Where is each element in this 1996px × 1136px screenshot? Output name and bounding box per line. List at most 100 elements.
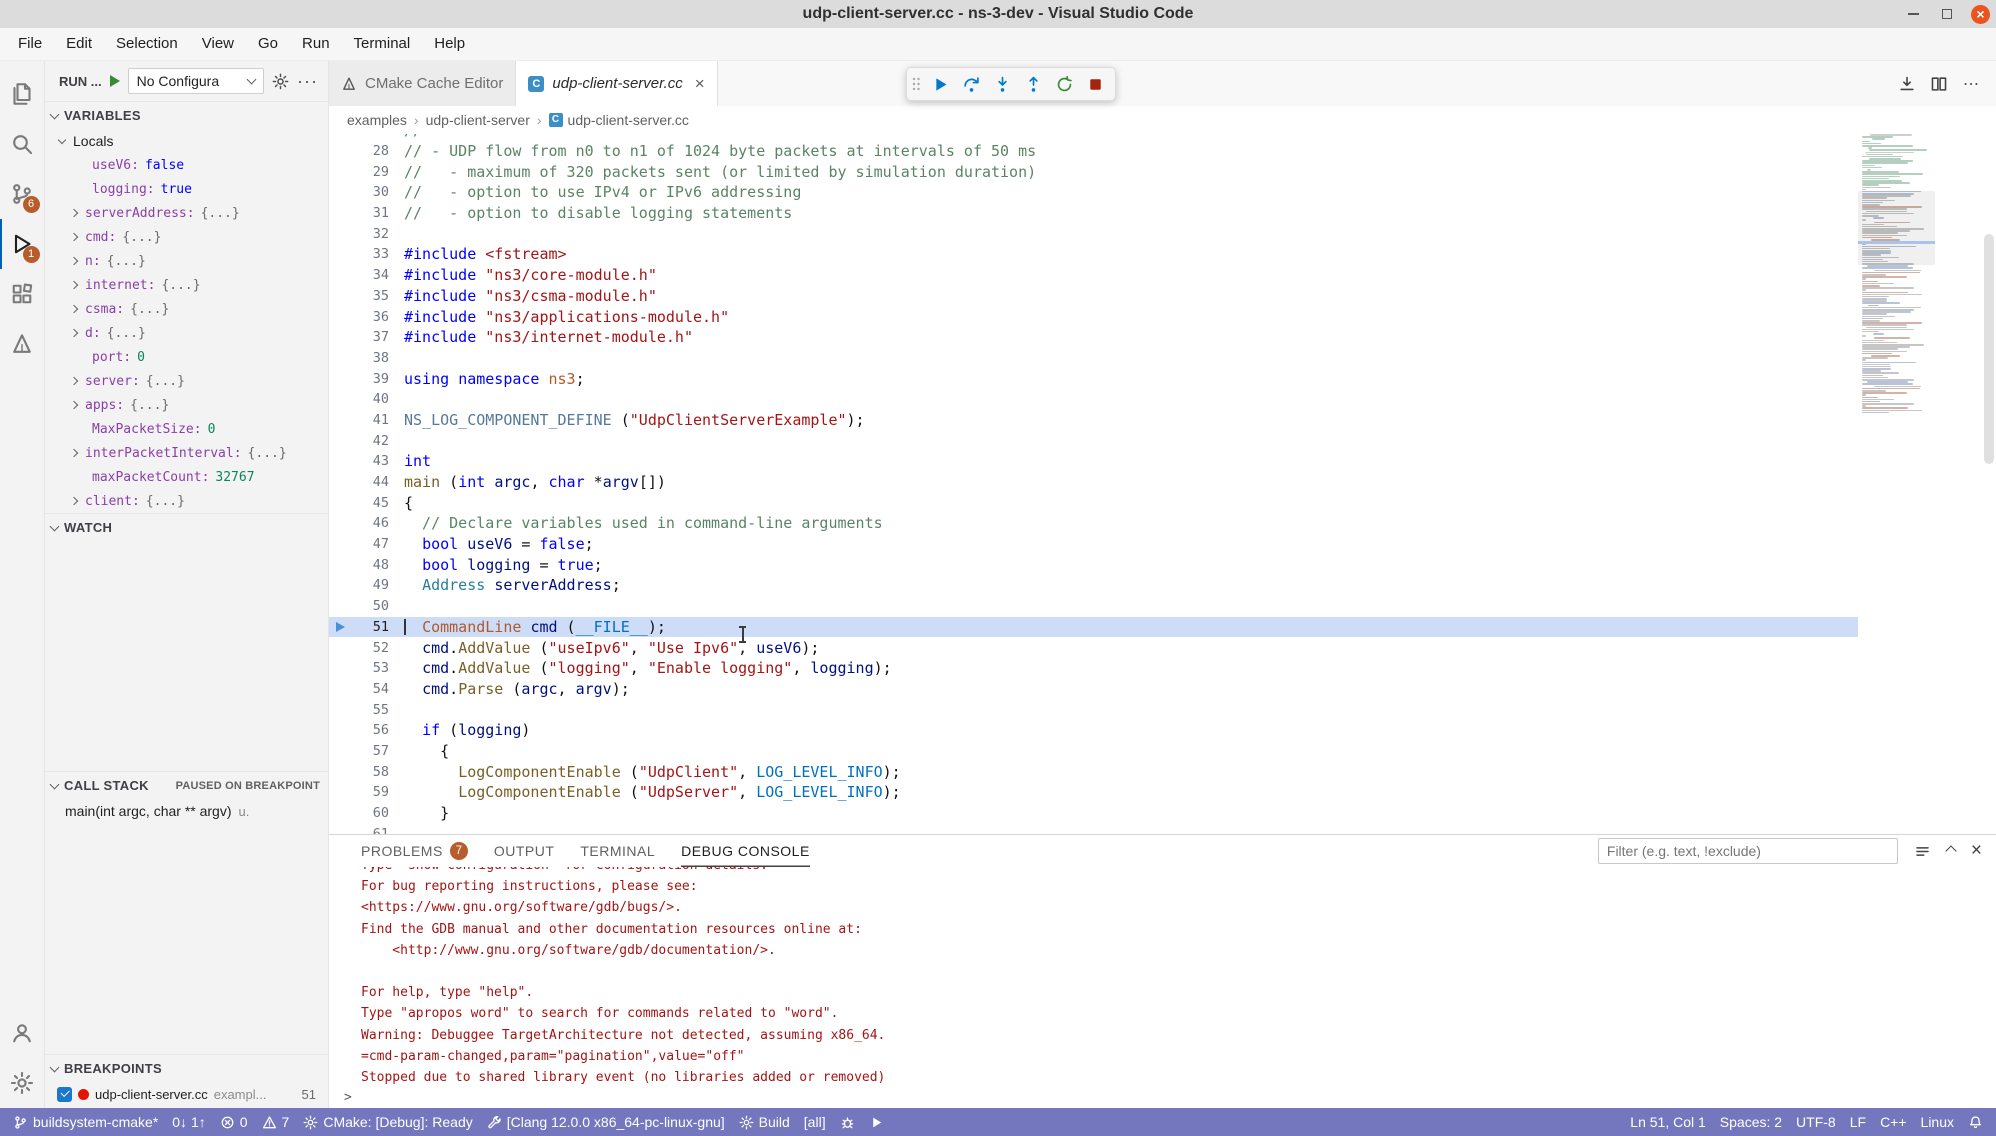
restore-button[interactable] bbox=[1937, 4, 1957, 24]
console-filter-input[interactable] bbox=[1598, 838, 1898, 864]
error-count[interactable]: 0 bbox=[213, 1108, 255, 1136]
variable-csma[interactable]: csma:{...} bbox=[45, 297, 328, 321]
code-line-32[interactable]: 32 bbox=[329, 223, 1858, 244]
notifications-bell[interactable] bbox=[1961, 1108, 1990, 1136]
code-line-55[interactable]: 55 bbox=[329, 699, 1858, 720]
code-line-38[interactable]: 38 bbox=[329, 348, 1858, 369]
code-line-42[interactable]: 42 bbox=[329, 430, 1858, 451]
code-line-28[interactable]: 28// - UDP flow from n0 to n1 of 1024 by… bbox=[329, 141, 1858, 162]
step-into-button[interactable] bbox=[989, 71, 1016, 98]
code-line-54[interactable]: 54 cmd.Parse (argc, argv); bbox=[329, 679, 1858, 700]
more-actions-button[interactable] bbox=[1962, 75, 1980, 93]
code-line-45[interactable]: 45{ bbox=[329, 492, 1858, 513]
menu-terminal[interactable]: Terminal bbox=[342, 31, 423, 57]
debug-gear-icon[interactable] bbox=[272, 73, 289, 90]
step-out-button[interactable] bbox=[1020, 71, 1047, 98]
minimap-slider[interactable] bbox=[1858, 191, 1935, 265]
console-prompt[interactable]: > bbox=[344, 1090, 352, 1105]
stack-frame[interactable]: main(int argc, char ** argv) u. bbox=[45, 799, 328, 823]
close-panel-button[interactable]: × bbox=[1971, 844, 1982, 858]
cmake-build-button[interactable]: Build bbox=[732, 1108, 797, 1136]
code-line-31[interactable]: 31// - option to disable logging stateme… bbox=[329, 203, 1858, 224]
scope-locals[interactable]: Locals bbox=[45, 129, 328, 153]
activitybar-source-control[interactable]: 6 bbox=[0, 169, 45, 219]
stop-button[interactable] bbox=[1082, 71, 1109, 98]
tab-cmake-cache-editor[interactable]: CMake Cache Editor bbox=[329, 61, 516, 106]
code-line-46[interactable]: 46 // Declare variables used in command-… bbox=[329, 513, 1858, 534]
minimize-button[interactable] bbox=[1903, 4, 1923, 24]
cmake-debug-button[interactable] bbox=[833, 1108, 862, 1136]
menu-help[interactable]: Help bbox=[422, 31, 477, 57]
code-line-60[interactable]: 60 } bbox=[329, 803, 1858, 824]
code-line-44[interactable]: 44main (int argc, char *argv[]) bbox=[329, 472, 1858, 493]
code-line-51[interactable]: 51 CommandLine cmd (__FILE__); bbox=[329, 617, 1858, 638]
menu-selection[interactable]: Selection bbox=[104, 31, 190, 57]
menu-edit[interactable]: Edit bbox=[54, 31, 104, 57]
code-line-27[interactable]: 27// bbox=[329, 134, 1858, 141]
code-line-59[interactable]: 59 LogComponentEnable ("UdpServer", LOG_… bbox=[329, 782, 1858, 803]
code-line-34[interactable]: 34#include "ns3/core-module.h" bbox=[329, 265, 1858, 286]
debug-more-actions[interactable]: ··· bbox=[297, 76, 318, 86]
variable-serverAddress[interactable]: serverAddress:{...} bbox=[45, 201, 328, 225]
split-editor-button[interactable] bbox=[1930, 75, 1948, 93]
variable-n[interactable]: n:{...} bbox=[45, 249, 328, 273]
code-line-57[interactable]: 57 { bbox=[329, 741, 1858, 762]
breadcrumb-examples[interactable]: examples bbox=[347, 112, 407, 128]
activitybar-accounts[interactable] bbox=[0, 1008, 45, 1058]
output-lines-button[interactable] bbox=[1914, 843, 1931, 860]
variable-port[interactable]: port:0 bbox=[45, 345, 328, 369]
code-line-47[interactable]: 47 bool useV6 = false; bbox=[329, 534, 1858, 555]
variable-logging[interactable]: logging:true bbox=[45, 177, 328, 201]
sync-status[interactable]: 0↓ 1↑ bbox=[165, 1108, 212, 1136]
menu-view[interactable]: View bbox=[190, 31, 246, 57]
variable-maxPacketCount[interactable]: maxPacketCount:32767 bbox=[45, 465, 328, 489]
menu-go[interactable]: Go bbox=[246, 31, 290, 57]
indentation[interactable]: Spaces: 2 bbox=[1713, 1108, 1789, 1136]
code-line-41[interactable]: 41NS_LOG_COMPONENT_DEFINE ("UdpClientSer… bbox=[329, 410, 1858, 431]
code-line-39[interactable]: 39using namespace ns3; bbox=[329, 368, 1858, 389]
maximize-panel-button[interactable] bbox=[1947, 842, 1955, 860]
variables-section-header[interactable]: VARIABLES bbox=[45, 101, 328, 129]
code-line-43[interactable]: 43int bbox=[329, 451, 1858, 472]
code-line-58[interactable]: 58 LogComponentEnable ("UdpClient", LOG_… bbox=[329, 761, 1858, 782]
activitybar-extensions[interactable] bbox=[0, 269, 45, 319]
eol[interactable]: LF bbox=[1843, 1108, 1873, 1136]
code-line-49[interactable]: 49 Address serverAddress; bbox=[329, 575, 1858, 596]
code-line-30[interactable]: 30// - option to use IPv4 or IPv6 addres… bbox=[329, 182, 1858, 203]
breadcrumb-udp-client-server[interactable]: udp-client-server bbox=[426, 112, 530, 128]
menu-run[interactable]: Run bbox=[290, 31, 342, 57]
panel-tab-terminal[interactable]: TERMINAL bbox=[580, 835, 655, 867]
minimap[interactable] bbox=[1858, 134, 1935, 834]
variable-internet[interactable]: internet:{...} bbox=[45, 273, 328, 297]
variable-cmd[interactable]: cmd:{...} bbox=[45, 225, 328, 249]
variable-interPacketInterval[interactable]: interPacketInterval:{...} bbox=[45, 441, 328, 465]
tab-udp-client-server-cc[interactable]: Cudp-client-server.cc× bbox=[516, 61, 717, 106]
code-line-56[interactable]: 56 if (logging) bbox=[329, 720, 1858, 741]
panel-tab-output[interactable]: OUTPUT bbox=[494, 835, 555, 867]
editor-scrollbar[interactable] bbox=[1984, 234, 1994, 464]
watch-section-header[interactable]: WATCH bbox=[45, 513, 328, 541]
code-line-61[interactable]: 61 bbox=[329, 823, 1858, 834]
panel-tab-problems[interactable]: PROBLEMS7 bbox=[361, 835, 468, 867]
close-tab-icon[interactable]: × bbox=[695, 77, 705, 91]
step-over-button[interactable] bbox=[958, 71, 985, 98]
code-area[interactable]: 27//28// - UDP flow from n0 to n1 of 102… bbox=[329, 134, 1858, 834]
cmake-build-target[interactable]: [all] bbox=[797, 1108, 833, 1136]
activitybar-settings[interactable] bbox=[0, 1058, 45, 1108]
code-line-37[interactable]: 37#include "ns3/internet-module.h" bbox=[329, 327, 1858, 348]
cursor-position[interactable]: Ln 51, Col 1 bbox=[1623, 1108, 1713, 1136]
variable-d[interactable]: d:{...} bbox=[45, 321, 328, 345]
breakpoints-section-header[interactable]: BREAKPOINTS bbox=[45, 1054, 328, 1082]
code-line-53[interactable]: 53 cmd.AddValue ("logging", "Enable logg… bbox=[329, 658, 1858, 679]
code-line-29[interactable]: 29// - maximum of 320 packets sent (or l… bbox=[329, 161, 1858, 182]
git-branch-status[interactable]: buildsystem-cmake* bbox=[6, 1108, 165, 1136]
start-debugging-button[interactable] bbox=[110, 75, 120, 87]
code-line-36[interactable]: 36#include "ns3/applications-module.h" bbox=[329, 306, 1858, 327]
os-indicator[interactable]: Linux bbox=[1914, 1108, 1961, 1136]
code-editor[interactable]: 27//28// - UDP flow from n0 to n1 of 102… bbox=[329, 134, 1996, 834]
code-line-52[interactable]: 52 cmd.AddValue ("useIpv6", "Use Ipv6", … bbox=[329, 637, 1858, 658]
debug-config-select[interactable]: No Configura bbox=[128, 68, 264, 94]
cmake-kit[interactable]: [Clang 12.0.0 x86_64-pc-linux-gnu] bbox=[480, 1108, 732, 1136]
restart-button[interactable] bbox=[1051, 71, 1078, 98]
variable-apps[interactable]: apps:{...} bbox=[45, 393, 328, 417]
